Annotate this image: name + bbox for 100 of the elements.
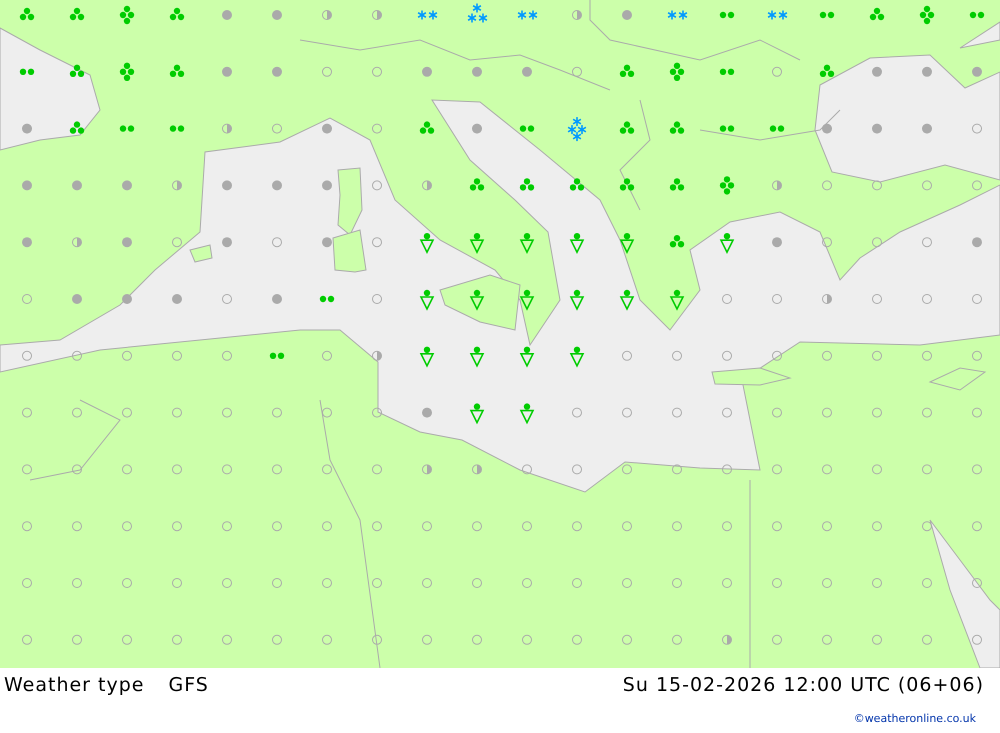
rain-symbol <box>620 178 634 191</box>
overcast-symbol <box>72 180 82 190</box>
clear-symbol <box>672 408 682 418</box>
clear-symbol <box>172 464 182 474</box>
clear-symbol <box>322 464 332 474</box>
rain-symbol <box>620 121 634 134</box>
overcast-symbol <box>322 237 332 248</box>
sea-area <box>960 21 1000 48</box>
heavy-rain-symbol <box>920 6 934 24</box>
overcast-symbol <box>772 237 782 248</box>
clear-symbol <box>872 578 882 588</box>
clear-symbol <box>872 350 882 361</box>
overcast-symbol <box>172 294 182 304</box>
snowflake-symbol <box>568 117 586 142</box>
clear-symbol <box>572 578 582 588</box>
clear-symbol <box>822 634 832 645</box>
clear-symbol <box>272 634 282 645</box>
clear-symbol <box>972 180 982 190</box>
clear-symbol <box>272 124 282 134</box>
clear-symbol <box>322 66 332 77</box>
drizzle-symbol <box>720 125 734 132</box>
clear-symbol <box>822 350 832 361</box>
clear-symbol <box>272 578 282 588</box>
clear-symbol <box>522 634 532 645</box>
forecast-time: Su 15-02-2026 12:00 UTC (06+06) <box>622 676 985 695</box>
clear-symbol <box>972 350 982 361</box>
rain-symbol <box>620 64 634 77</box>
shower-symbol <box>670 290 684 311</box>
clear-symbol <box>922 464 932 474</box>
rain-symbol <box>520 178 534 191</box>
overcast-symbol <box>422 66 432 77</box>
rain-symbol <box>70 121 84 134</box>
shower-symbol <box>420 233 434 254</box>
overcast-symbol <box>222 66 232 77</box>
partly-cloudy-symbol <box>322 10 332 20</box>
clear-symbol <box>172 634 182 645</box>
clear-symbol <box>572 66 582 77</box>
clear-symbol <box>272 464 282 474</box>
shower-symbol <box>570 290 584 311</box>
clear-symbol <box>372 294 382 304</box>
overcast-symbol <box>472 66 482 77</box>
clear-symbol <box>572 408 582 418</box>
clear-symbol <box>222 634 232 645</box>
clear-symbol <box>672 521 682 532</box>
clear-symbol <box>622 634 632 645</box>
overcast-symbol <box>522 66 532 77</box>
clear-symbol <box>922 634 932 645</box>
overcast-symbol <box>972 237 982 248</box>
clear-symbol <box>772 578 782 588</box>
clear-symbol <box>872 237 882 248</box>
clear-symbol <box>322 634 332 645</box>
clear-symbol <box>872 294 882 304</box>
clear-symbol <box>622 350 632 361</box>
clear-symbol <box>872 408 882 418</box>
clear-symbol <box>572 521 582 532</box>
heavy-rain-symbol <box>120 62 134 81</box>
overcast-symbol <box>972 66 982 77</box>
clear-symbol <box>72 521 82 532</box>
overcast-symbol <box>422 408 432 418</box>
clear-symbol <box>22 578 32 588</box>
clear-symbol <box>822 521 832 532</box>
clear-symbol <box>672 634 682 645</box>
clear-symbol <box>122 521 132 532</box>
clear-symbol <box>372 634 382 645</box>
credit-link[interactable]: ©weatheronline.co.uk <box>854 711 976 728</box>
clear-symbol <box>922 408 932 418</box>
clear-symbol <box>672 578 682 588</box>
overcast-symbol <box>272 294 282 304</box>
clear-symbol <box>22 634 32 645</box>
clear-symbol <box>872 464 882 474</box>
clear-symbol <box>322 521 332 532</box>
overcast-symbol <box>22 237 32 248</box>
shower-symbol <box>570 346 584 368</box>
overcast-symbol <box>922 66 932 77</box>
clear-symbol <box>372 124 382 134</box>
clear-symbol <box>972 521 982 532</box>
clear-symbol <box>772 464 782 474</box>
clear-symbol <box>272 521 282 532</box>
clear-symbol <box>922 350 932 361</box>
snow-symbol <box>668 10 688 20</box>
clear-symbol <box>972 634 982 645</box>
clear-symbol <box>222 521 232 532</box>
drizzle-symbol <box>120 125 134 132</box>
partly-cloudy-symbol <box>472 464 482 474</box>
shower-symbol <box>520 233 534 254</box>
partly-cloudy-symbol <box>422 180 432 190</box>
clear-symbol <box>222 350 232 361</box>
clear-symbol <box>472 521 482 532</box>
clear-symbol <box>622 521 632 532</box>
drizzle-symbol <box>720 12 734 18</box>
rain-symbol <box>670 121 684 134</box>
clear-symbol <box>372 521 382 532</box>
clear-symbol <box>72 634 82 645</box>
clear-symbol <box>22 350 32 361</box>
clear-symbol <box>972 578 982 588</box>
clear-symbol <box>672 350 682 361</box>
overcast-symbol <box>872 124 882 134</box>
overcast-symbol <box>122 294 132 304</box>
clear-symbol <box>322 350 332 361</box>
clear-symbol <box>172 408 182 418</box>
